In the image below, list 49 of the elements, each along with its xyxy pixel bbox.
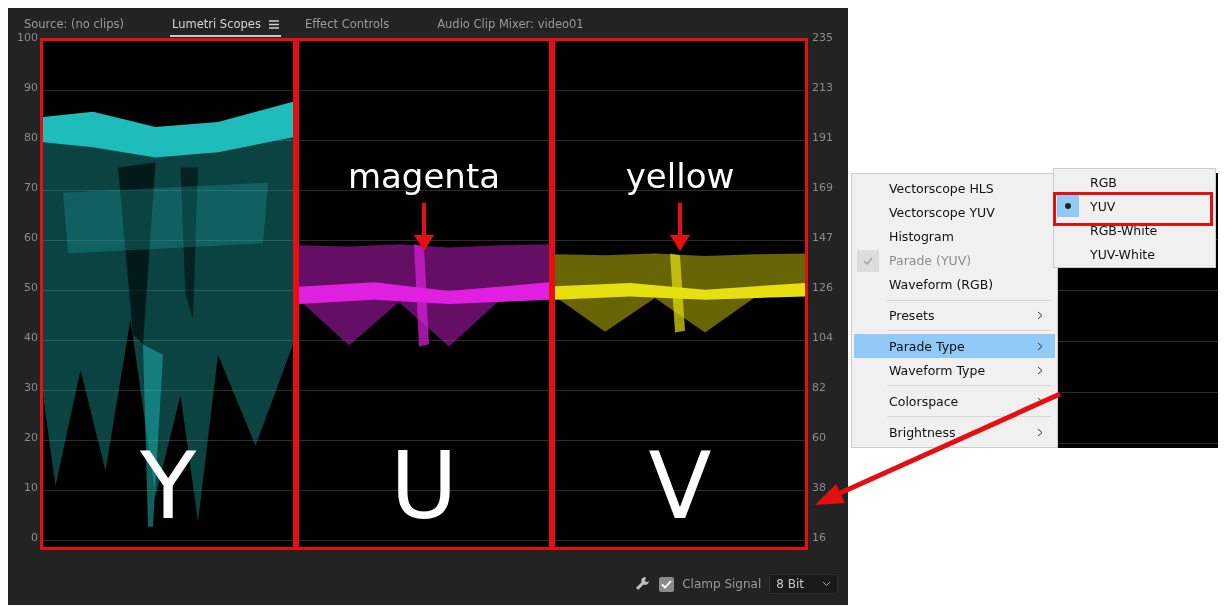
- axis-tick-label: 38: [812, 481, 826, 495]
- menu-item[interactable]: Presets: [854, 303, 1055, 328]
- channel-letter: V: [647, 441, 713, 533]
- axis-tick-label: 100: [17, 31, 38, 45]
- axis-tick-label: 10: [24, 481, 38, 495]
- axis-tick-label: 191: [812, 131, 833, 145]
- axis-tick-label: 213: [812, 81, 833, 95]
- axis-tick-label: 60: [812, 431, 826, 445]
- panel-tab[interactable]: Audio Clip Mixer: video01: [435, 11, 586, 37]
- menu-item[interactable]: Brightness: [854, 420, 1055, 445]
- axis-tick-label: 147: [812, 231, 833, 245]
- panel-tab[interactable]: Lumetri Scopes: [170, 11, 281, 37]
- submenu-item[interactable]: YUV-White: [1056, 242, 1213, 266]
- axis-tick-label: 16: [812, 531, 826, 545]
- panel-tab[interactable]: Effect Controls: [302, 11, 392, 37]
- axis-tick-label: 0: [31, 531, 38, 545]
- clamp-checkbox[interactable]: [659, 576, 675, 592]
- menu-item[interactable]: Waveform Type: [854, 358, 1055, 383]
- axis-tick-label: 104: [812, 331, 833, 345]
- menu-icon[interactable]: [268, 19, 279, 29]
- axis-tick-label: 82: [812, 381, 826, 395]
- annotation-label: magenta: [346, 159, 502, 193]
- menu-item[interactable]: Vectorscope HLS: [854, 177, 1055, 201]
- axis-tick-label: 126: [812, 281, 833, 295]
- axis-tick-label: 169: [812, 181, 833, 195]
- axis-tick-label: 30: [24, 381, 38, 395]
- axis-tick-label: 90: [24, 81, 38, 95]
- axis-tick-label: 60: [24, 231, 38, 245]
- submenu-item[interactable]: RGB: [1056, 170, 1213, 194]
- bit-depth-dropdown[interactable]: 8 Bit: [769, 574, 838, 594]
- down-arrow-icon: [412, 203, 436, 251]
- menu-item[interactable]: Colorspace: [854, 389, 1055, 414]
- axis-tick-label: 80: [24, 131, 38, 145]
- axis-tick-label: 235: [812, 31, 833, 45]
- axis-tick-label: 40: [24, 331, 38, 345]
- menu-item[interactable]: Vectorscope YUV: [854, 200, 1055, 225]
- axis-tick-label: 50: [24, 281, 38, 295]
- down-arrow-icon: [668, 203, 692, 251]
- clamp-label: Clamp Signal: [682, 577, 762, 591]
- axis-tick-label: 20: [24, 431, 38, 445]
- axis-tick-label: 70: [24, 181, 38, 195]
- channel-letter: Y: [138, 441, 198, 533]
- menu-item[interactable]: Waveform (RGB): [854, 272, 1055, 297]
- channel-letter: U: [389, 441, 459, 533]
- wrench-icon[interactable]: [635, 576, 652, 592]
- annotation-label: yellow: [624, 159, 736, 193]
- menu-item[interactable]: Histogram: [854, 224, 1055, 249]
- menu-item[interactable]: Parade Type: [854, 334, 1055, 359]
- chevron-down-icon: [822, 581, 831, 587]
